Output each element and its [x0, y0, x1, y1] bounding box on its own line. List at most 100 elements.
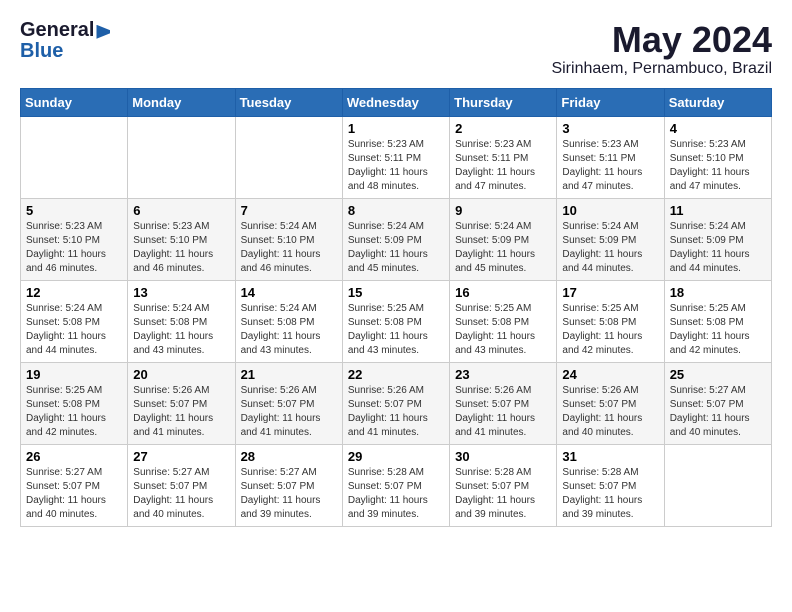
day-number: 27 — [133, 449, 229, 464]
day-number: 13 — [133, 285, 229, 300]
weekday-header-thursday: Thursday — [450, 88, 557, 116]
day-info: Sunrise: 5:28 AM Sunset: 5:07 PM Dayligh… — [455, 466, 551, 522]
calendar-cell: 11Sunrise: 5:24 AM Sunset: 5:09 PM Dayli… — [664, 198, 771, 280]
weekday-header-saturday: Saturday — [664, 88, 771, 116]
day-info: Sunrise: 5:23 AM Sunset: 5:10 PM Dayligh… — [670, 138, 766, 194]
calendar-cell — [21, 116, 128, 198]
calendar-week-3: 12 Sunrise: 5:24 AM Sunset: 5:08 PM Dayli… — [21, 280, 772, 362]
calendar-cell: 20 Sunrise: 5:26 AM Sunset: 5:07 PM Dayli… — [128, 362, 235, 444]
day-info: Sunrise: 5:23 AM Sunset: 5:11 PM Dayligh… — [562, 138, 658, 194]
calendar-cell: 15Sunrise: 5:25 AM Sunset: 5:08 PM Dayli… — [342, 280, 449, 362]
day-number: 2 — [455, 121, 551, 136]
main-title: May 2024 — [551, 20, 772, 60]
day-info: Sunrise: 5:24 AM Sunset: 5:09 PM Dayligh… — [562, 220, 658, 276]
calendar-week-4: 19 Sunrise: 5:25 AM Sunset: 5:08 PM Dayli… — [21, 362, 772, 444]
calendar-cell: 17Sunrise: 5:25 AM Sunset: 5:08 PM Dayli… — [557, 280, 664, 362]
day-number: 21 — [241, 367, 337, 382]
calendar-cell — [128, 116, 235, 198]
calendar-cell: 28 Sunrise: 5:27 AM Sunset: 5:07 PM Dayli… — [235, 444, 342, 526]
day-info: Sunrise: 5:23 AM Sunset: 5:10 PM Dayligh… — [26, 220, 122, 276]
weekday-header-sunday: Sunday — [21, 88, 128, 116]
logo: General Blue — [20, 20, 110, 62]
day-info: Sunrise: 5:28 AM Sunset: 5:07 PM Dayligh… — [348, 466, 444, 522]
day-number: 29 — [348, 449, 444, 464]
calendar-cell: 5 Sunrise: 5:23 AM Sunset: 5:10 PM Daylig… — [21, 198, 128, 280]
day-info: Sunrise: 5:23 AM Sunset: 5:11 PM Dayligh… — [348, 138, 444, 194]
day-number: 26 — [26, 449, 122, 464]
title-section: May 2024 Sirinhaem, Pernambuco, Brazil — [551, 20, 772, 78]
day-info: Sunrise: 5:24 AM Sunset: 5:10 PM Dayligh… — [241, 220, 337, 276]
calendar-cell — [235, 116, 342, 198]
calendar-cell — [664, 444, 771, 526]
calendar-cell: 27 Sunrise: 5:27 AM Sunset: 5:07 PM Dayli… — [128, 444, 235, 526]
day-number: 1 — [348, 121, 444, 136]
weekday-header-monday: Monday — [128, 88, 235, 116]
day-info: Sunrise: 5:24 AM Sunset: 5:09 PM Dayligh… — [348, 220, 444, 276]
calendar-cell: 13 Sunrise: 5:24 AM Sunset: 5:08 PM Dayli… — [128, 280, 235, 362]
weekday-header-friday: Friday — [557, 88, 664, 116]
day-number: 31 — [562, 449, 658, 464]
day-info: Sunrise: 5:27 AM Sunset: 5:07 PM Dayligh… — [241, 466, 337, 522]
calendar-cell: 16Sunrise: 5:25 AM Sunset: 5:08 PM Dayli… — [450, 280, 557, 362]
calendar-cell: 31 Sunrise: 5:28 AM Sunset: 5:07 PM Dayli… — [557, 444, 664, 526]
calendar-week-1: 1 Sunrise: 5:23 AM Sunset: 5:11 PM Daylig… — [21, 116, 772, 198]
day-info: Sunrise: 5:26 AM Sunset: 5:07 PM Dayligh… — [241, 384, 337, 440]
day-number: 8 — [348, 203, 444, 218]
day-number: 14 — [241, 285, 337, 300]
logo-icon — [96, 25, 110, 39]
weekday-header-wednesday: Wednesday — [342, 88, 449, 116]
calendar-body: 1 Sunrise: 5:23 AM Sunset: 5:11 PM Daylig… — [21, 116, 772, 526]
calendar-cell: 6Sunrise: 5:23 AM Sunset: 5:10 PM Daylig… — [128, 198, 235, 280]
calendar-week-5: 26 Sunrise: 5:27 AM Sunset: 5:07 PM Dayli… — [21, 444, 772, 526]
calendar-cell: 24Sunrise: 5:26 AM Sunset: 5:07 PM Dayli… — [557, 362, 664, 444]
day-number: 12 — [26, 285, 122, 300]
calendar-cell: 1 Sunrise: 5:23 AM Sunset: 5:11 PM Daylig… — [342, 116, 449, 198]
day-number: 24 — [562, 367, 658, 382]
calendar-week-2: 5 Sunrise: 5:23 AM Sunset: 5:10 PM Daylig… — [21, 198, 772, 280]
calendar-cell: 22 Sunrise: 5:26 AM Sunset: 5:07 PM Dayli… — [342, 362, 449, 444]
calendar-cell: 30 Sunrise: 5:28 AM Sunset: 5:07 PM Dayli… — [450, 444, 557, 526]
calendar-cell: 7Sunrise: 5:24 AM Sunset: 5:10 PM Daylig… — [235, 198, 342, 280]
calendar-cell: 25Sunrise: 5:27 AM Sunset: 5:07 PM Dayli… — [664, 362, 771, 444]
day-number: 22 — [348, 367, 444, 382]
day-number: 17 — [562, 285, 658, 300]
logo-blue-text: Blue — [20, 40, 63, 62]
logo-top: General — [20, 20, 110, 41]
calendar-cell: 14 Sunrise: 5:24 AM Sunset: 5:08 PM Dayli… — [235, 280, 342, 362]
day-info: Sunrise: 5:23 AM Sunset: 5:10 PM Dayligh… — [133, 220, 229, 276]
day-info: Sunrise: 5:26 AM Sunset: 5:07 PM Dayligh… — [133, 384, 229, 440]
day-info: Sunrise: 5:27 AM Sunset: 5:07 PM Dayligh… — [133, 466, 229, 522]
day-info: Sunrise: 5:26 AM Sunset: 5:07 PM Dayligh… — [348, 384, 444, 440]
calendar-cell: 12 Sunrise: 5:24 AM Sunset: 5:08 PM Dayli… — [21, 280, 128, 362]
day-number: 18 — [670, 285, 766, 300]
calendar-cell: 23Sunrise: 5:26 AM Sunset: 5:07 PM Dayli… — [450, 362, 557, 444]
day-info: Sunrise: 5:25 AM Sunset: 5:08 PM Dayligh… — [455, 302, 551, 358]
day-info: Sunrise: 5:28 AM Sunset: 5:07 PM Dayligh… — [562, 466, 658, 522]
day-info: Sunrise: 5:24 AM Sunset: 5:08 PM Dayligh… — [133, 302, 229, 358]
day-number: 9 — [455, 203, 551, 218]
calendar-cell: 9Sunrise: 5:24 AM Sunset: 5:09 PM Daylig… — [450, 198, 557, 280]
day-number: 15 — [348, 285, 444, 300]
day-number: 5 — [26, 203, 122, 218]
day-number: 10 — [562, 203, 658, 218]
calendar-cell: 18Sunrise: 5:25 AM Sunset: 5:08 PM Dayli… — [664, 280, 771, 362]
calendar-cell: 29 Sunrise: 5:28 AM Sunset: 5:07 PM Dayli… — [342, 444, 449, 526]
day-number: 30 — [455, 449, 551, 464]
day-info: Sunrise: 5:24 AM Sunset: 5:08 PM Dayligh… — [241, 302, 337, 358]
calendar: SundayMondayTuesdayWednesdayThursdayFrid… — [20, 88, 772, 527]
calendar-cell: 21 Sunrise: 5:26 AM Sunset: 5:07 PM Dayli… — [235, 362, 342, 444]
calendar-cell: 19 Sunrise: 5:25 AM Sunset: 5:08 PM Dayli… — [21, 362, 128, 444]
calendar-cell: 10 Sunrise: 5:24 AM Sunset: 5:09 PM Dayli… — [557, 198, 664, 280]
weekday-header-tuesday: Tuesday — [235, 88, 342, 116]
day-number: 28 — [241, 449, 337, 464]
subtitle: Sirinhaem, Pernambuco, Brazil — [551, 60, 772, 78]
calendar-cell: 2 Sunrise: 5:23 AM Sunset: 5:11 PM Daylig… — [450, 116, 557, 198]
day-info: Sunrise: 5:24 AM Sunset: 5:08 PM Dayligh… — [26, 302, 122, 358]
day-info: Sunrise: 5:25 AM Sunset: 5:08 PM Dayligh… — [26, 384, 122, 440]
calendar-header-row: SundayMondayTuesdayWednesdayThursdayFrid… — [21, 88, 772, 116]
day-info: Sunrise: 5:24 AM Sunset: 5:09 PM Dayligh… — [670, 220, 766, 276]
day-number: 20 — [133, 367, 229, 382]
day-info: Sunrise: 5:23 AM Sunset: 5:11 PM Dayligh… — [455, 138, 551, 194]
logo-general-text: General — [20, 19, 94, 41]
day-number: 19 — [26, 367, 122, 382]
